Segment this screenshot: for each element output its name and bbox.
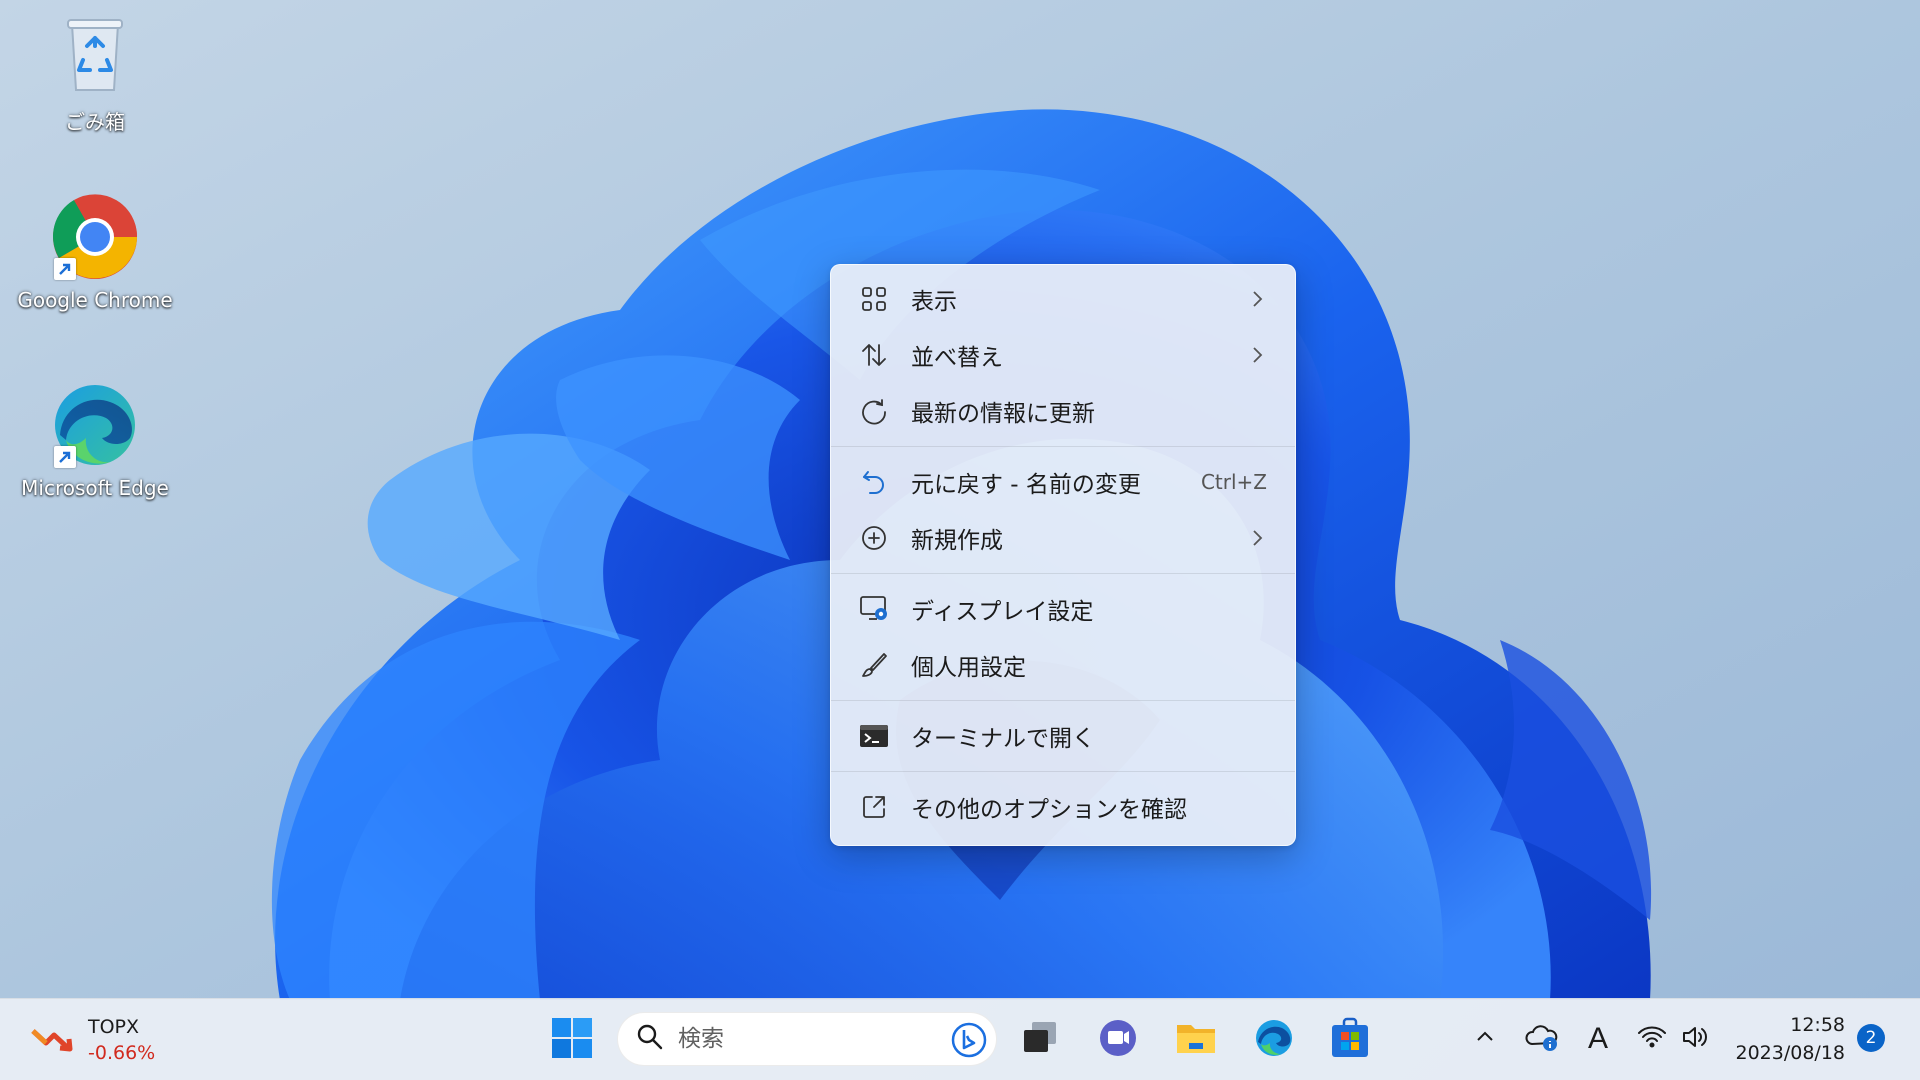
store-icon	[1330, 1017, 1370, 1063]
start-button[interactable]	[548, 1016, 596, 1064]
task-view-button[interactable]	[1016, 1016, 1064, 1064]
menu-separator	[831, 573, 1295, 574]
store-button[interactable]	[1326, 1016, 1374, 1064]
file-explorer-icon	[1175, 1019, 1217, 1061]
edge-icon	[1254, 1018, 1294, 1062]
menu-item-view[interactable]: 表示	[837, 271, 1289, 327]
menu-item-label: 表示	[911, 289, 957, 315]
refresh-icon	[859, 396, 889, 426]
display-settings-icon	[859, 594, 889, 624]
desktop-icon-recycle-bin[interactable]: ごみ箱	[5, 10, 185, 135]
stock-name: TOPX	[88, 1016, 140, 1038]
search-input[interactable]	[678, 1026, 928, 1052]
start-icon	[551, 1017, 593, 1063]
ime-mode-button[interactable]: A	[1580, 1021, 1616, 1057]
shortcut-arrow-icon	[54, 446, 76, 468]
chevron-right-icon	[1247, 527, 1267, 549]
desktop-icon-label: Microsoft Edge	[21, 476, 169, 500]
plus-circle-icon	[859, 523, 889, 553]
edge-icon	[50, 380, 140, 470]
onedrive-button[interactable]	[1524, 1021, 1560, 1057]
task-view-icon	[1020, 1020, 1060, 1060]
network-button[interactable]	[1634, 1021, 1670, 1057]
teams-chat-button[interactable]	[1094, 1016, 1142, 1064]
menu-separator	[831, 771, 1295, 772]
teams-chat-icon	[1098, 1018, 1138, 1062]
menu-item-open-terminal[interactable]: ターミナルで開く	[837, 708, 1289, 764]
menu-item-label: 並べ替え	[911, 345, 1003, 371]
brush-icon	[859, 650, 889, 680]
menu-item-display-settings[interactable]: ディスプレイ設定	[837, 581, 1289, 637]
stock-change: -0.66%	[88, 1042, 156, 1064]
menu-separator	[831, 700, 1295, 701]
shortcut-arrow-icon	[54, 258, 76, 280]
stock-widget[interactable]: TOPX -0.66%	[30, 1013, 155, 1067]
menu-item-label: ターミナルで開く	[911, 726, 1095, 752]
menu-item-label: ディスプレイ設定	[911, 599, 1094, 625]
chrome-icon	[50, 192, 140, 282]
desktop-icon-chrome[interactable]: Google Chrome	[5, 192, 185, 312]
clock[interactable]: 12:58 2023/08/18	[1735, 1011, 1845, 1067]
undo-icon	[859, 467, 889, 497]
bing-icon[interactable]	[950, 1021, 988, 1059]
chevron-right-icon	[1247, 288, 1267, 310]
more-options-icon	[859, 792, 889, 822]
menu-separator	[831, 446, 1295, 447]
desktop-icon-edge[interactable]: Microsoft Edge	[5, 380, 185, 500]
desktop-context-menu: 表示 並べ替え 最新の情報に更新 元に戻す - 名前の変更 Ctrl+Z 新規作…	[830, 264, 1296, 846]
menu-item-label: 個人用設定	[911, 655, 1026, 681]
edge-taskbar-button[interactable]	[1250, 1016, 1298, 1064]
chevron-up-icon	[1473, 1025, 1497, 1053]
clock-date: 2023/08/18	[1735, 1042, 1845, 1064]
grid-view-icon	[859, 284, 889, 314]
stock-trend-icon	[30, 1023, 74, 1057]
menu-item-label: 新規作成	[911, 528, 1003, 554]
volume-icon	[1681, 1024, 1711, 1054]
wifi-icon	[1637, 1024, 1667, 1054]
keyboard-shortcut: Ctrl+Z	[1200, 470, 1267, 494]
menu-item-personalize[interactable]: 個人用設定	[837, 637, 1289, 693]
taskbar-search-box[interactable]	[617, 1012, 997, 1066]
search-icon	[636, 1023, 664, 1055]
terminal-icon	[859, 721, 889, 751]
desktop-icon-label: Google Chrome	[17, 288, 173, 312]
menu-item-label: 最新の情報に更新	[911, 401, 1095, 427]
menu-item-sort[interactable]: 並べ替え	[837, 327, 1289, 383]
clock-time: 12:58	[1790, 1014, 1845, 1036]
menu-item-label: その他のオプションを確認	[911, 797, 1187, 823]
menu-item-label: 元に戻す - 名前の変更	[911, 472, 1141, 498]
taskbar: TOPX -0.66% 検索 A 12:58 2023/08/18 2	[0, 998, 1920, 1080]
ime-label: A	[1587, 1022, 1608, 1055]
menu-item-refresh[interactable]: 最新の情報に更新	[837, 383, 1289, 439]
menu-item-undo-rename[interactable]: 元に戻す - 名前の変更 Ctrl+Z	[837, 454, 1289, 510]
onedrive-icon	[1525, 1022, 1559, 1056]
file-explorer-button[interactable]	[1172, 1016, 1220, 1064]
desktop-icon-label: ごみ箱	[65, 110, 125, 134]
sort-icon	[859, 340, 889, 370]
notification-badge[interactable]: 2	[1857, 1024, 1885, 1052]
menu-item-new[interactable]: 新規作成	[837, 510, 1289, 566]
volume-button[interactable]	[1678, 1021, 1714, 1057]
recycle-bin-icon	[50, 10, 140, 100]
chevron-right-icon	[1247, 344, 1267, 366]
show-hidden-icons-button[interactable]	[1467, 1021, 1503, 1057]
menu-item-more-options[interactable]: その他のオプションを確認	[837, 779, 1289, 835]
